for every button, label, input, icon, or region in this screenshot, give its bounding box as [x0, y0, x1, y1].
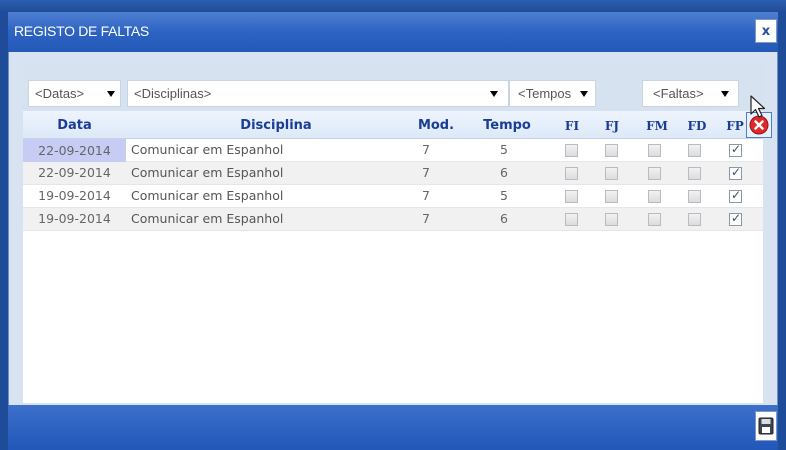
fd-checkbox[interactable]: [688, 190, 701, 203]
faltas-filter-label: <Faltas>: [653, 86, 704, 101]
table-row[interactable]: 22-09-2014 Comunicar em Espanhol 7 5: [23, 139, 763, 162]
column-header-fi[interactable]: FI: [561, 119, 583, 133]
close-button[interactable]: x: [755, 19, 777, 43]
background-window-edge-left: [0, 12, 8, 450]
disciplina-cell: Comunicar em Espanhol: [131, 211, 284, 226]
dialog-title: REGISTO DE FALTAS: [14, 23, 149, 39]
disciplinas-filter-dropdown[interactable]: <Disciplinas>: [127, 80, 509, 107]
dialog-content: <Datas> <Disciplinas> <Tempos <Faltas> D…: [23, 65, 772, 403]
date-cell[interactable]: 22-09-2014: [23, 139, 126, 162]
mod-cell: 7: [422, 165, 430, 180]
tempos-filter-dropdown[interactable]: <Tempos: [509, 80, 596, 107]
fj-checkbox[interactable]: [605, 167, 618, 180]
fm-checkbox[interactable]: [648, 190, 661, 203]
fm-checkbox[interactable]: [648, 213, 661, 226]
fp-checkbox[interactable]: [729, 211, 742, 226]
column-header-fd[interactable]: FD: [685, 119, 709, 133]
chevron-down-icon: [721, 91, 729, 97]
faltas-filter-dropdown[interactable]: <Faltas>: [642, 80, 739, 107]
filter-bar: <Datas> <Disciplinas> <Tempos <Faltas>: [23, 65, 763, 111]
fd-checkbox[interactable]: [688, 167, 701, 180]
save-button[interactable]: [755, 411, 777, 441]
table-row[interactable]: 22-09-2014 Comunicar em Espanhol 7 6: [23, 162, 763, 185]
column-header-fm[interactable]: FM: [644, 119, 670, 133]
fd-checkbox[interactable]: [688, 144, 701, 157]
mod-cell: 7: [422, 142, 430, 157]
fp-checkbox[interactable]: [729, 165, 742, 180]
mod-cell: 7: [422, 211, 430, 226]
chevron-down-icon: [580, 91, 588, 97]
disciplinas-filter-label: <Disciplinas>: [134, 86, 212, 101]
registo-de-faltas-dialog: REGISTO DE FALTAS x <Datas> <Disciplinas…: [8, 12, 778, 450]
grid-header: Data Disciplina Mod. Tempo FI FJ FM FD F…: [23, 111, 772, 139]
save-disk-icon: [758, 417, 774, 435]
tempos-filter-label: <Tempos: [518, 86, 572, 101]
disciplina-cell: Comunicar em Espanhol: [131, 188, 284, 203]
fi-checkbox[interactable]: [565, 213, 578, 226]
mod-cell: 7: [422, 188, 430, 203]
dialog-footer: [8, 405, 778, 450]
fm-checkbox[interactable]: [648, 167, 661, 180]
dialog-titlebar: REGISTO DE FALTAS x: [8, 12, 778, 52]
fp-checkbox[interactable]: [729, 142, 742, 157]
column-header-tempo[interactable]: Tempo: [482, 118, 532, 133]
column-header-disciplina[interactable]: Disciplina: [226, 118, 326, 133]
fp-checkbox[interactable]: [729, 188, 742, 203]
table-row[interactable]: 19-09-2014 Comunicar em Espanhol 7 5: [23, 185, 763, 208]
datas-filter-dropdown[interactable]: <Datas>: [28, 80, 121, 107]
column-header-fj[interactable]: FJ: [601, 119, 623, 133]
date-cell[interactable]: 22-09-2014: [23, 165, 126, 180]
chevron-down-icon: [107, 91, 115, 97]
fi-checkbox[interactable]: [565, 167, 578, 180]
fd-checkbox[interactable]: [688, 213, 701, 226]
tempo-cell: 6: [500, 211, 508, 226]
date-cell[interactable]: 19-09-2014: [23, 211, 126, 226]
fi-checkbox[interactable]: [565, 144, 578, 157]
disciplina-cell: Comunicar em Espanhol: [131, 142, 284, 157]
fm-checkbox[interactable]: [648, 144, 661, 157]
column-header-mod[interactable]: Mod.: [416, 118, 456, 133]
background-window-strip: [0, 0, 786, 12]
fi-checkbox[interactable]: [565, 190, 578, 203]
date-cell[interactable]: 19-09-2014: [23, 188, 126, 203]
fj-checkbox[interactable]: [605, 190, 618, 203]
chevron-down-icon: [490, 91, 498, 97]
tempo-cell: 6: [500, 165, 508, 180]
mouse-cursor-icon: [750, 95, 766, 118]
fj-checkbox[interactable]: [605, 144, 618, 157]
disciplina-cell: Comunicar em Espanhol: [131, 165, 284, 180]
column-header-data[interactable]: Data: [23, 118, 126, 133]
datas-filter-label: <Datas>: [35, 86, 85, 101]
tempo-cell: 5: [500, 188, 508, 203]
background-window-edge-right: [778, 12, 786, 450]
table-row[interactable]: 19-09-2014 Comunicar em Espanhol 7 6: [23, 208, 763, 231]
fj-checkbox[interactable]: [605, 213, 618, 226]
tempo-cell: 5: [500, 142, 508, 157]
column-header-fp[interactable]: FP: [724, 119, 746, 133]
